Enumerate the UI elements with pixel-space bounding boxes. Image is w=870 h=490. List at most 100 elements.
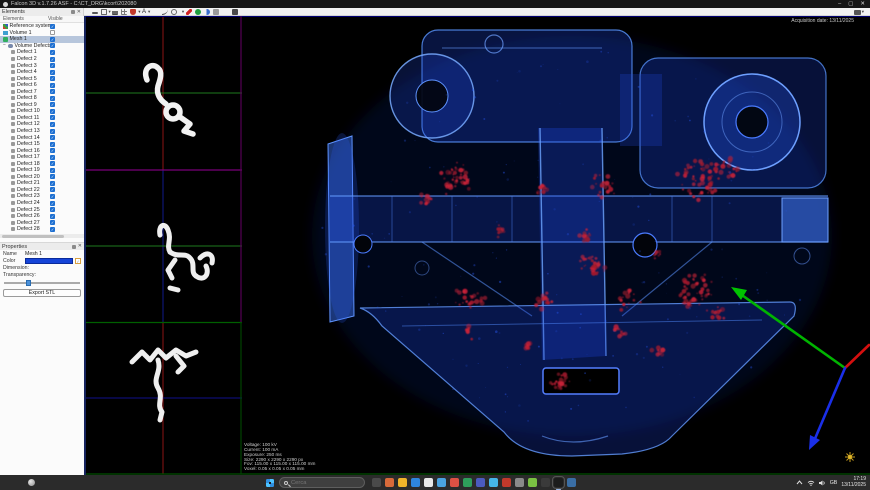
grid-icon[interactable] <box>121 9 128 15</box>
taskbar-app-powerpoint[interactable] <box>502 478 511 487</box>
visibility-checkbox[interactable]: ✓ <box>50 121 55 127</box>
maximize-button[interactable]: ▢ <box>848 0 853 8</box>
taskbar-clock[interactable]: 17:19 13/11/2025 <box>841 476 866 488</box>
chevron-down-icon[interactable]: ▾ <box>109 9 111 15</box>
visibility-checkbox[interactable]: ✓ <box>50 135 55 141</box>
title-bar: Falcon 3D v.1.7.26 ASF - C:\CT_DRG\kcort… <box>0 0 870 8</box>
taskbar-app-terminal[interactable] <box>541 478 550 487</box>
close-icon[interactable]: ✕ <box>77 9 81 15</box>
tree-item-defect-28[interactable]: Defect 28 ✓ <box>0 226 84 233</box>
close-button[interactable]: ✕ <box>860 0 865 8</box>
start-button[interactable] <box>266 478 274 487</box>
visibility-checkbox[interactable]: ✓ <box>50 23 55 29</box>
export-stl-button[interactable]: Export STL <box>3 289 81 297</box>
taskbar-app-sharepoint[interactable] <box>528 478 537 487</box>
chevron-down-icon[interactable]: ▾ <box>148 9 150 15</box>
visibility-checkbox[interactable]: ✓ <box>50 193 55 199</box>
wifi-icon[interactable] <box>807 480 815 486</box>
visibility-checkbox[interactable]: ✓ <box>50 115 55 121</box>
record-icon[interactable] <box>194 9 201 15</box>
redo-arrow-icon[interactable] <box>203 9 210 15</box>
visibility-checkbox[interactable]: ✓ <box>50 82 55 88</box>
measure-line-icon[interactable] <box>91 12 98 14</box>
text-annotation-icon[interactable]: A <box>142 9 146 15</box>
visibility-checkbox[interactable]: ✓ <box>50 49 55 55</box>
visibility-checkbox[interactable]: ✓ <box>50 69 55 75</box>
visibility-checkbox[interactable]: ✓ <box>50 207 55 213</box>
visibility-checkbox[interactable]: ✓ <box>50 200 55 206</box>
visibility-checkbox[interactable] <box>50 30 55 36</box>
color-swatch[interactable] <box>25 258 73 264</box>
language-indicator[interactable]: GB <box>830 480 838 486</box>
visibility-checkbox[interactable]: ✓ <box>50 161 55 167</box>
visibility-checkbox[interactable]: ✓ <box>50 102 55 108</box>
layout-icon[interactable] <box>854 9 862 15</box>
histogram-icon[interactable] <box>112 9 119 15</box>
minimize-button[interactable]: – <box>838 0 841 8</box>
chevron-up-icon[interactable] <box>796 480 803 485</box>
taskbar-app-photos[interactable] <box>437 478 446 487</box>
slider-handle[interactable] <box>26 279 31 286</box>
pin-icon[interactable] <box>71 244 76 249</box>
visibility-checkbox[interactable]: ✓ <box>50 226 55 232</box>
taskbar-app-skype[interactable] <box>489 478 498 487</box>
taskbar-app-falcon-3d[interactable] <box>552 476 565 490</box>
taskbar-app-chrome[interactable] <box>450 478 459 487</box>
render-viewport-svg[interactable] <box>242 16 870 475</box>
collapse-toggle[interactable]: − <box>3 43 7 48</box>
delete-icon[interactable] <box>212 9 219 15</box>
visibility-checkbox[interactable]: ✓ <box>50 128 55 134</box>
scan-info-line: Voxel: 0.05 x 0.05 x 0.05 mm <box>244 466 305 472</box>
camera-icon[interactable] <box>231 9 238 15</box>
visibility-checkbox[interactable]: ✓ <box>50 89 55 95</box>
visibility-checkbox[interactable]: ✓ <box>50 95 55 101</box>
visibility-checkbox[interactable]: ✓ <box>50 141 55 147</box>
taskbar-app-copilot[interactable] <box>385 478 394 487</box>
visibility-checkbox[interactable]: ✓ <box>50 154 55 160</box>
slice-views-svg[interactable] <box>86 16 242 475</box>
slice-views[interactable] <box>86 16 242 475</box>
visibility-checkbox[interactable]: ✓ <box>50 148 55 154</box>
visibility-checkbox[interactable]: ✓ <box>50 76 55 82</box>
chevron-down-icon[interactable]: ▾ <box>182 9 184 15</box>
defect-icon <box>11 227 15 232</box>
visibility-checkbox[interactable]: ✓ <box>50 43 55 49</box>
taskbar-app-teams[interactable] <box>476 478 485 487</box>
visibility-checkbox[interactable]: ✓ <box>50 187 55 193</box>
visibility-checkbox[interactable]: ✓ <box>50 167 55 173</box>
taskbar-app-edge[interactable] <box>411 478 420 487</box>
spline-icon[interactable] <box>161 9 168 15</box>
visibility-checkbox[interactable]: ✓ <box>50 63 55 69</box>
transparency-slider[interactable] <box>4 279 80 286</box>
visibility-checkbox[interactable]: ✓ <box>50 56 55 62</box>
taskbar-app-excel[interactable] <box>463 478 472 487</box>
chevron-down-icon[interactable]: ▾ <box>138 9 140 15</box>
visibility-checkbox[interactable]: ✓ <box>50 36 55 42</box>
taskbar-app-store[interactable] <box>424 478 433 487</box>
magnet-icon[interactable] <box>130 9 137 15</box>
search-box[interactable] <box>279 477 365 488</box>
visibility-checkbox[interactable]: ✓ <box>50 174 55 180</box>
taskbar-app-file-explorer[interactable] <box>398 478 407 487</box>
taskbar-app-task-view[interactable] <box>372 478 381 487</box>
color-picker-button[interactable]: ✓ <box>75 258 81 264</box>
render-viewport[interactable]: Acquisition date: 13/11/2025 Voltage: 10… <box>242 16 870 475</box>
search-input[interactable] <box>291 479 351 486</box>
visibility-checkbox[interactable]: ✓ <box>50 108 55 114</box>
tree-item-label: Defect 26 <box>17 213 40 220</box>
rotate-icon[interactable] <box>170 9 177 15</box>
pin-icon[interactable] <box>70 10 75 14</box>
taskbar-app-settings[interactable] <box>515 478 524 487</box>
visibility-checkbox[interactable]: ✓ <box>50 220 55 226</box>
speaker-icon[interactable] <box>818 480 826 486</box>
roi-select-icon[interactable] <box>100 9 107 15</box>
taskbar-app-notepad[interactable] <box>567 478 576 487</box>
red-pencil-icon[interactable] <box>185 9 192 15</box>
visibility-checkbox[interactable]: ✓ <box>50 213 55 219</box>
chevron-down-icon[interactable]: ▾ <box>862 9 864 15</box>
widget-icon[interactable] <box>28 479 35 486</box>
horizontal-scrollbar[interactable] <box>0 234 84 238</box>
defect-icon <box>11 135 15 140</box>
close-icon[interactable]: ✕ <box>78 244 82 249</box>
visibility-checkbox[interactable]: ✓ <box>50 180 55 186</box>
